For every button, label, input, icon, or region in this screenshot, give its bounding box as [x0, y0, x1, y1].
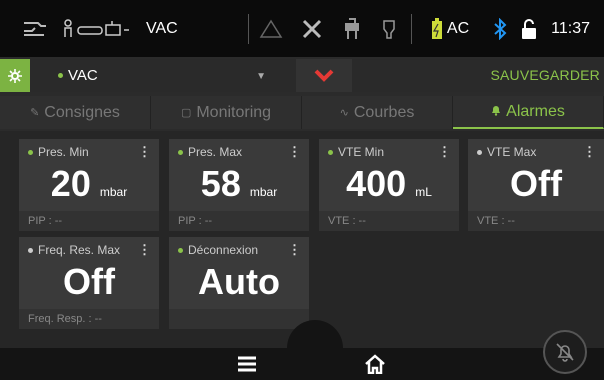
divider	[410, 13, 412, 44]
kebab-menu-icon[interactable]: ⋮	[288, 242, 301, 258]
home-button[interactable]	[360, 350, 390, 378]
card-title: VTE Min	[338, 145, 385, 159]
humidifier-icon	[379, 18, 399, 40]
alarm-card-pres-max[interactable]: Pres. Max ⋮ 58 mbar PIP : --	[169, 139, 309, 231]
power-source-label: AC	[446, 19, 470, 37]
warning-triangle-icon	[259, 19, 283, 39]
card-value: 400	[346, 163, 407, 204]
alarm-card-vte-min[interactable]: VTE Min ⋮ 400 mL VTE : --	[319, 139, 459, 231]
active-dot	[28, 149, 33, 155]
kebab-menu-icon[interactable]: ⋮	[138, 242, 151, 258]
collapse-button[interactable]	[296, 59, 352, 92]
card-value: 58	[200, 163, 241, 204]
card-unit: mL	[415, 185, 432, 199]
wave-icon: ∿	[339, 107, 349, 119]
card-footer: PIP : --	[19, 211, 159, 231]
alarm-card-deconnexion[interactable]: Déconnexion ⋮ Auto	[169, 237, 309, 329]
card-footer	[169, 309, 309, 329]
battery-icon	[431, 17, 443, 40]
menu-button[interactable]	[232, 351, 262, 377]
card-title: VTE Max	[487, 145, 537, 159]
card-value: Off	[63, 261, 115, 302]
monitor-icon: ▢	[180, 107, 192, 119]
tab-consignes[interactable]: ✎ Consignes	[0, 96, 151, 129]
tools-icon	[301, 18, 325, 40]
settings-button[interactable]	[0, 59, 30, 92]
save-button[interactable]: SAUVEGARDER	[490, 67, 600, 83]
card-title: Déconnexion	[188, 243, 259, 257]
pipe-icon	[22, 19, 48, 39]
bluetooth-icon	[493, 17, 507, 40]
bell-icon	[491, 105, 501, 119]
home-icon	[364, 354, 386, 374]
alarm-card-freq-res-max[interactable]: Freq. Res. Max ⋮ Off Freq. Resp. : --	[19, 237, 159, 329]
tab-bar: ✎ Consignes ▢ Monitoring ∿ Courbes Alarm…	[0, 96, 604, 129]
alarm-silence-button[interactable]	[543, 330, 587, 374]
card-value: Auto	[198, 261, 280, 302]
card-footer: VTE : --	[319, 211, 459, 231]
card-title: Pres. Max	[188, 145, 243, 159]
bell-slash-icon	[553, 340, 577, 364]
gear-icon	[8, 68, 22, 83]
mode-bar: VAC ▼ SAUVEGARDER	[0, 59, 604, 92]
tab-label: Consignes	[44, 103, 120, 121]
card-title: Freq. Res. Max	[38, 243, 121, 257]
card-footer: VTE : --	[468, 211, 604, 231]
card-footer: Freq. Resp. : --	[19, 309, 159, 329]
card-unit: mbar	[249, 185, 278, 199]
kebab-menu-icon[interactable]: ⋮	[288, 144, 301, 160]
active-dot	[328, 149, 333, 155]
card-value: Off	[510, 163, 562, 204]
unlock-icon[interactable]	[521, 18, 537, 40]
status-bar: VAC AC 11:37	[0, 0, 604, 57]
tab-alarmes[interactable]: Alarmes	[453, 96, 604, 129]
alarm-card-pres-min[interactable]: Pres. Min ⋮ 20 mbar PIP : --	[19, 139, 159, 231]
active-dot	[178, 149, 183, 155]
clock: 11:37	[551, 19, 590, 37]
card-title: Pres. Min	[38, 145, 89, 159]
patient-circuit-icon	[62, 18, 130, 39]
kebab-menu-icon[interactable]: ⋮	[138, 144, 151, 160]
inactive-dot	[477, 149, 482, 155]
active-dot	[178, 247, 183, 253]
kebab-menu-icon[interactable]: ⋮	[438, 144, 451, 160]
wrench-icon: ✎	[30, 107, 40, 119]
alarm-grid: Pres. Min ⋮ 20 mbar PIP : -- Pres. Max ⋮…	[0, 131, 604, 348]
chevron-down-icon	[314, 69, 334, 83]
card-unit: mbar	[99, 185, 128, 199]
alarm-card-vte-max[interactable]: VTE Max ⋮ Off VTE : --	[468, 139, 604, 231]
tab-monitoring[interactable]: ▢ Monitoring	[151, 96, 302, 129]
caret-down-icon: ▼	[256, 71, 266, 82]
status-mode: VAC	[146, 19, 178, 37]
bottom-bar	[0, 348, 604, 380]
tab-label: Courbes	[353, 103, 415, 121]
divider	[247, 13, 249, 44]
hamburger-menu-icon	[237, 356, 257, 372]
mode-selector[interactable]: VAC ▼	[30, 67, 266, 84]
tab-courbes[interactable]: ∿ Courbes	[302, 96, 453, 129]
card-footer: PIP : --	[169, 211, 309, 231]
card-value: 20	[50, 163, 91, 204]
tab-label: Monitoring	[196, 103, 272, 121]
ventilator-unit-icon	[343, 17, 361, 40]
mode-selector-value: VAC	[68, 67, 98, 84]
tab-label: Alarmes	[506, 102, 565, 120]
active-dot	[58, 73, 63, 78]
kebab-menu-icon[interactable]: ⋮	[583, 144, 596, 160]
inactive-dot	[28, 247, 33, 253]
